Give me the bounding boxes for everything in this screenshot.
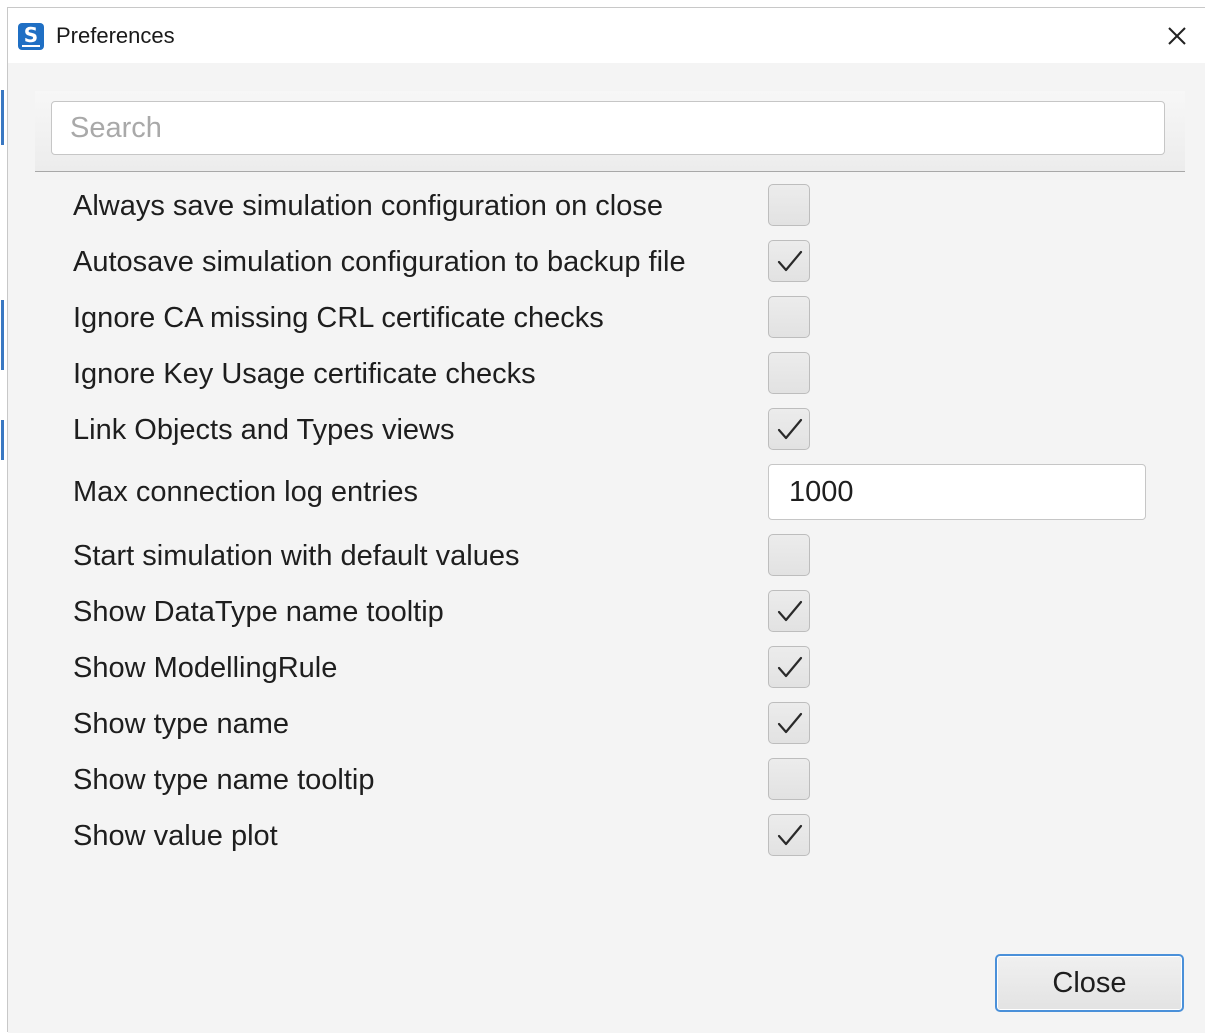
preference-row: Show value plot: [73, 811, 1173, 861]
preference-label: Always save simulation configuration on …: [73, 190, 663, 222]
background-window-edge: [0, 0, 7, 1032]
preference-checkbox[interactable]: [768, 702, 810, 744]
checkmark-icon: [777, 600, 803, 622]
preference-label: Link Objects and Types views: [73, 414, 455, 446]
preference-row: Show ModellingRule: [73, 643, 1173, 693]
search-input[interactable]: [51, 101, 1165, 155]
app-logo-icon: S: [18, 23, 44, 50]
preference-label: Start simulation with default values: [73, 540, 520, 572]
preference-label: Autosave simulation configuration to bac…: [73, 246, 686, 278]
search-panel: [35, 91, 1185, 172]
preference-checkbox[interactable]: [768, 240, 810, 282]
preference-row: Ignore Key Usage certificate checks: [73, 349, 1173, 399]
preference-row: Link Objects and Types views: [73, 405, 1173, 455]
preference-checkbox[interactable]: [768, 814, 810, 856]
title-bar: S Preferences: [8, 8, 1205, 63]
preference-row: Show DataType name tooltip: [73, 587, 1173, 637]
preference-row: Autosave simulation configuration to bac…: [73, 237, 1173, 287]
close-icon[interactable]: [1163, 22, 1191, 50]
preference-label: Max connection log entries: [73, 476, 418, 508]
checkmark-icon: [777, 250, 803, 272]
preference-row: Always save simulation configuration on …: [73, 181, 1173, 231]
preference-checkbox[interactable]: [768, 408, 810, 450]
preference-label: Show value plot: [73, 820, 278, 852]
max-log-entries-input[interactable]: [768, 464, 1146, 520]
preference-row: Show type name: [73, 699, 1173, 749]
preference-row: Start simulation with default values: [73, 531, 1173, 581]
preference-row: Ignore CA missing CRL certificate checks: [73, 293, 1173, 343]
preference-label: Show type name tooltip: [73, 764, 375, 796]
preference-row: Max connection log entries: [73, 464, 1173, 520]
app-icon-letter: S: [23, 23, 39, 47]
preference-checkbox[interactable]: [768, 352, 810, 394]
preference-label: Show DataType name tooltip: [73, 596, 444, 628]
checkmark-icon: [777, 418, 803, 440]
dialog-content: Always save simulation configuration on …: [8, 63, 1205, 1033]
preference-label: Ignore CA missing CRL certificate checks: [73, 302, 604, 334]
preference-checkbox[interactable]: [768, 296, 810, 338]
preference-checkbox[interactable]: [768, 184, 810, 226]
checkmark-icon: [777, 712, 803, 734]
preference-checkbox[interactable]: [768, 534, 810, 576]
preference-row: Show type name tooltip: [73, 755, 1173, 805]
preferences-dialog: S Preferences Always save simulation con…: [7, 7, 1205, 1033]
preference-checkbox[interactable]: [768, 758, 810, 800]
checkmark-icon: [777, 656, 803, 678]
preference-checkbox[interactable]: [768, 646, 810, 688]
close-button[interactable]: Close: [995, 954, 1184, 1012]
window-title: Preferences: [56, 23, 175, 48]
preference-label: Show ModellingRule: [73, 652, 338, 684]
checkmark-icon: [777, 824, 803, 846]
preference-label: Ignore Key Usage certificate checks: [73, 358, 536, 390]
preference-checkbox[interactable]: [768, 590, 810, 632]
preference-label: Show type name: [73, 708, 290, 740]
